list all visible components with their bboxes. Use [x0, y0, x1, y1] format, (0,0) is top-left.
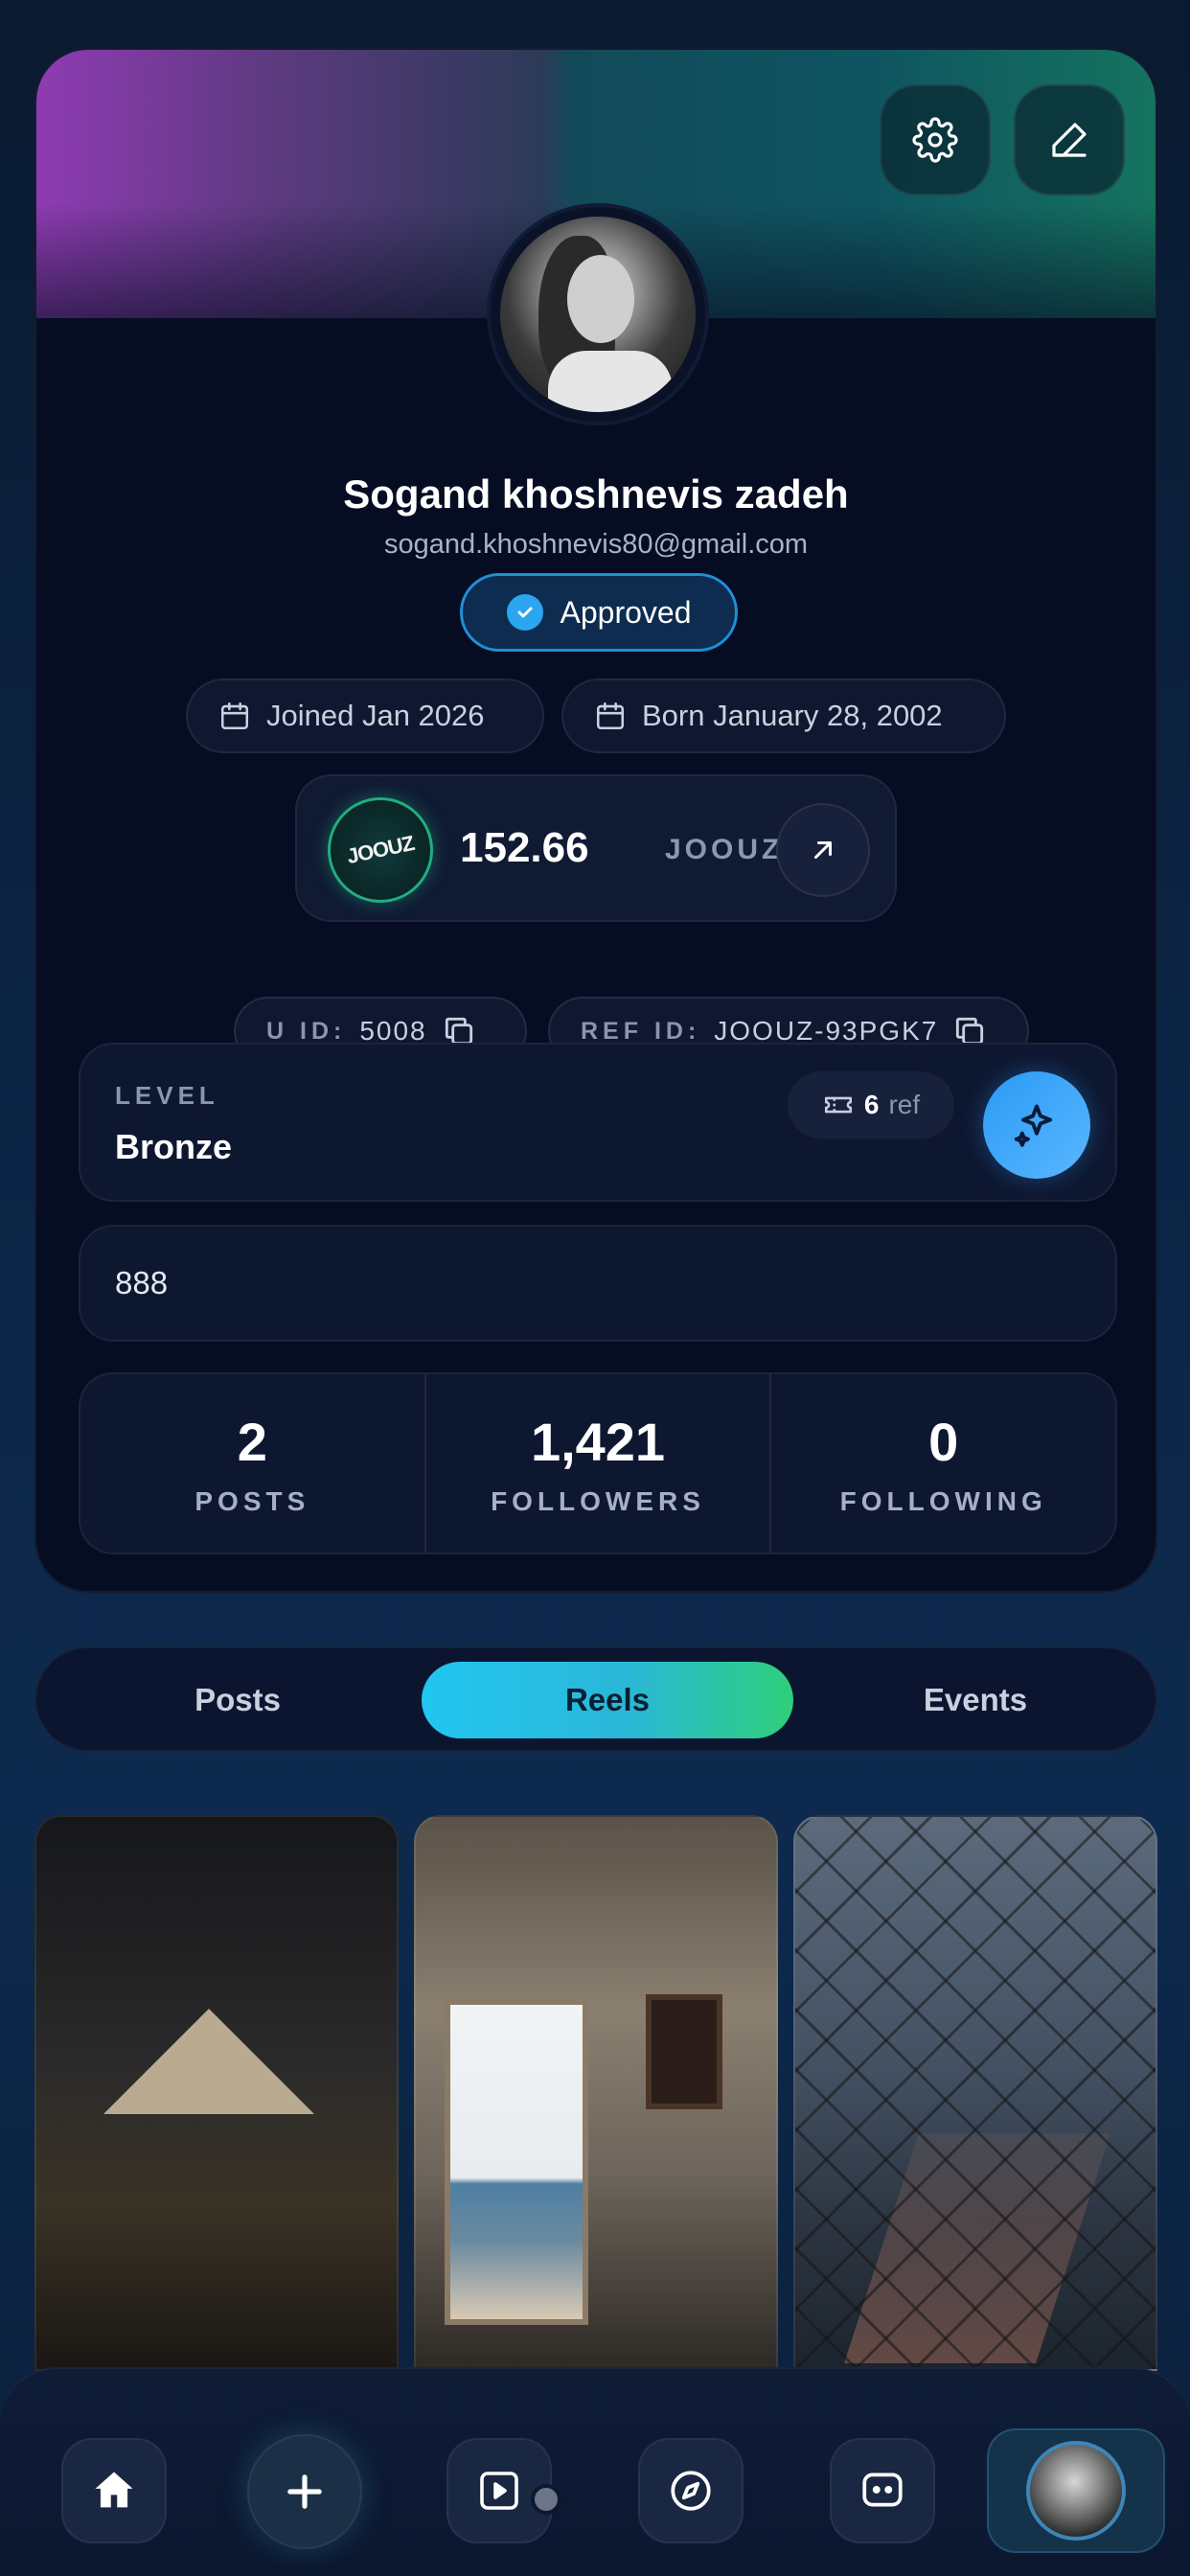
joouz-logo: JOOUZ — [317, 787, 444, 913]
content-tabs: Posts Reels Events — [34, 1646, 1157, 1752]
profile-card: Sogand khoshnevis zadeh sogand.khoshnevi… — [34, 48, 1157, 1593]
ticket-icon — [824, 1096, 852, 1114]
calendar-icon — [596, 702, 625, 730]
referral-count: 6 — [863, 1090, 880, 1119]
avatar-photo — [500, 217, 696, 412]
user-id-label: U ID: — [266, 1017, 347, 1045]
wallet-amount: 152.66 — [460, 824, 589, 871]
avatar[interactable] — [487, 203, 709, 426]
status-badge-label: Approved — [560, 594, 692, 630]
nav-create-button[interactable] — [247, 2434, 362, 2549]
stat-followers-value: 1,421 — [530, 1411, 666, 1472]
arrow-up-right-icon — [814, 841, 832, 859]
birth-date-chip: Born January 28, 2002 — [561, 678, 1006, 753]
ref-id-label: REF ID: — [581, 1017, 701, 1045]
tab-posts[interactable]: Posts — [65, 1662, 410, 1738]
stat-followers[interactable]: 1,421 FOLLOWERS — [426, 1374, 772, 1552]
referral-unit: ref — [888, 1090, 921, 1119]
profile-name: Sogand khoshnevis zadeh — [343, 472, 849, 517]
doorway-image — [445, 1999, 588, 2325]
referral-count-badge: 6 ref — [788, 1071, 954, 1138]
reel-thumbnail[interactable] — [793, 1815, 1157, 2371]
calendar-icon — [220, 702, 249, 730]
reel-thumbnail[interactable] — [414, 1815, 778, 2371]
tab-events[interactable]: Events — [803, 1662, 1148, 1738]
stat-following-value: 0 — [928, 1411, 959, 1472]
stat-posts[interactable]: 2 POSTS — [80, 1374, 426, 1552]
stat-posts-label: POSTS — [195, 1485, 310, 1516]
nav-indicator-dot — [531, 2484, 561, 2515]
wallet-open-button[interactable] — [776, 803, 870, 897]
home-icon — [95, 2472, 133, 2508]
verified-check-icon — [506, 594, 543, 631]
bottom-navigation — [0, 2367, 1190, 2576]
birth-date-text: Born January 28, 2002 — [642, 699, 943, 732]
reel-thumbnail[interactable] — [34, 1815, 399, 2371]
compass-icon — [671, 2471, 711, 2511]
plus-icon — [287, 2474, 322, 2509]
sparkles-icon — [1014, 1104, 1053, 1147]
status-badge: Approved — [460, 573, 738, 652]
mirror-image — [646, 1994, 722, 2109]
tab-reels[interactable]: Reels — [422, 1662, 793, 1738]
fence-image — [795, 1817, 1156, 2369]
nav-home-button[interactable] — [61, 2438, 167, 2543]
pencil-icon — [1052, 123, 1087, 157]
joined-date-text: Joined Jan 2026 — [266, 699, 485, 732]
settings-button[interactable] — [880, 84, 991, 196]
profile-email: sogand.khoshnevis80@gmail.com — [383, 529, 809, 560]
play-square-icon — [480, 2472, 518, 2510]
stat-posts-value: 2 — [237, 1411, 267, 1472]
wallet-currency: JOOUZ — [665, 834, 784, 865]
level-card: LEVEL Bronze 6 ref — [79, 1043, 1117, 1202]
level-value: Bronze — [115, 1127, 233, 1166]
nav-explore-button[interactable] — [638, 2438, 744, 2543]
stat-following-label: FOLLOWING — [839, 1485, 1047, 1516]
nav-chat-button[interactable] — [830, 2438, 935, 2543]
chat-bubble-icon — [862, 2472, 903, 2507]
boost-button[interactable] — [983, 1071, 1090, 1179]
stats-row: 2 POSTS 1,421 FOLLOWERS 0 FOLLOWING — [79, 1372, 1117, 1554]
edit-profile-button[interactable] — [1014, 84, 1125, 196]
joined-date-chip: Joined Jan 2026 — [186, 678, 544, 753]
pyramid-image — [103, 2009, 314, 2114]
stat-following[interactable]: 0 FOLLOWING — [771, 1374, 1115, 1552]
nav-profile-button[interactable] — [987, 2428, 1165, 2553]
bio-field: 888 — [79, 1225, 1117, 1342]
nav-avatar — [1026, 2441, 1126, 2541]
stat-followers-label: FOLLOWERS — [491, 1485, 705, 1516]
wallet-balance-card[interactable]: JOOUZ 152.66 JOOUZ — [295, 774, 897, 922]
level-label: LEVEL — [115, 1081, 219, 1110]
reels-grid — [34, 1815, 1157, 2371]
gear-icon — [912, 117, 958, 163]
